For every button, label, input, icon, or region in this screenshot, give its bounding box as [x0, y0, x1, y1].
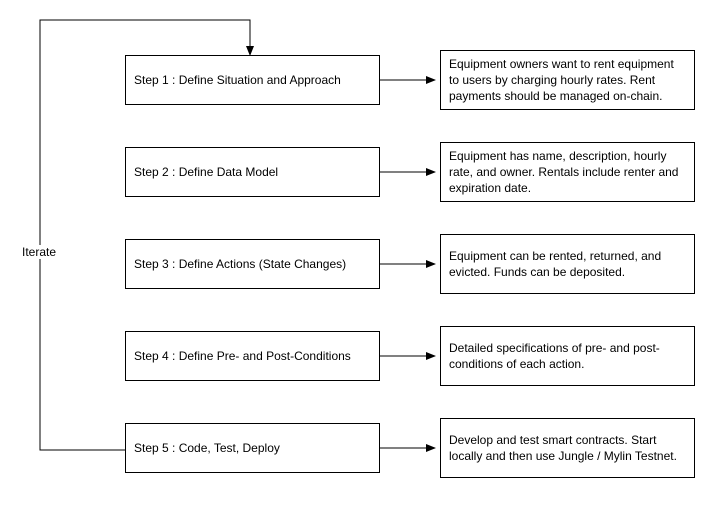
- desc-5-text: Develop and test smart contracts. Start …: [449, 432, 686, 464]
- step-5-box: Step 5 : Code, Test, Deploy: [125, 423, 380, 473]
- arrow-step-4: [380, 352, 440, 362]
- step-2-label: Step 2 : Define Data Model: [134, 165, 278, 179]
- step-5-label: Step 5 : Code, Test, Deploy: [134, 441, 280, 455]
- step-4-label: Step 4 : Define Pre- and Post-Conditions: [134, 349, 351, 363]
- desc-4-text: Detailed specifications of pre- and post…: [449, 340, 686, 372]
- step-3-box: Step 3 : Define Actions (State Changes): [125, 239, 380, 289]
- arrow-step-1: [380, 76, 440, 86]
- step-4-box: Step 4 : Define Pre- and Post-Conditions: [125, 331, 380, 381]
- desc-2-box: Equipment has name, description, hourly …: [440, 142, 695, 202]
- desc-3-box: Equipment can be rented, returned, and e…: [440, 234, 695, 294]
- desc-1-text: Equipment owners want to rent equipment …: [449, 56, 686, 105]
- step-3-label: Step 3 : Define Actions (State Changes): [134, 257, 346, 271]
- desc-5-box: Develop and test smart contracts. Start …: [440, 418, 695, 478]
- desc-1-box: Equipment owners want to rent equipment …: [440, 50, 695, 110]
- arrow-step-5: [380, 444, 440, 454]
- desc-2-text: Equipment has name, description, hourly …: [449, 148, 686, 197]
- arrow-step-3: [380, 260, 440, 270]
- iterate-label: Iterate: [22, 245, 56, 259]
- arrow-step-2: [380, 168, 440, 178]
- desc-3-text: Equipment can be rented, returned, and e…: [449, 248, 686, 280]
- step-1-box: Step 1 : Define Situation and Approach: [125, 55, 380, 105]
- step-2-box: Step 2 : Define Data Model: [125, 147, 380, 197]
- desc-4-box: Detailed specifications of pre- and post…: [440, 326, 695, 386]
- step-1-label: Step 1 : Define Situation and Approach: [134, 73, 341, 87]
